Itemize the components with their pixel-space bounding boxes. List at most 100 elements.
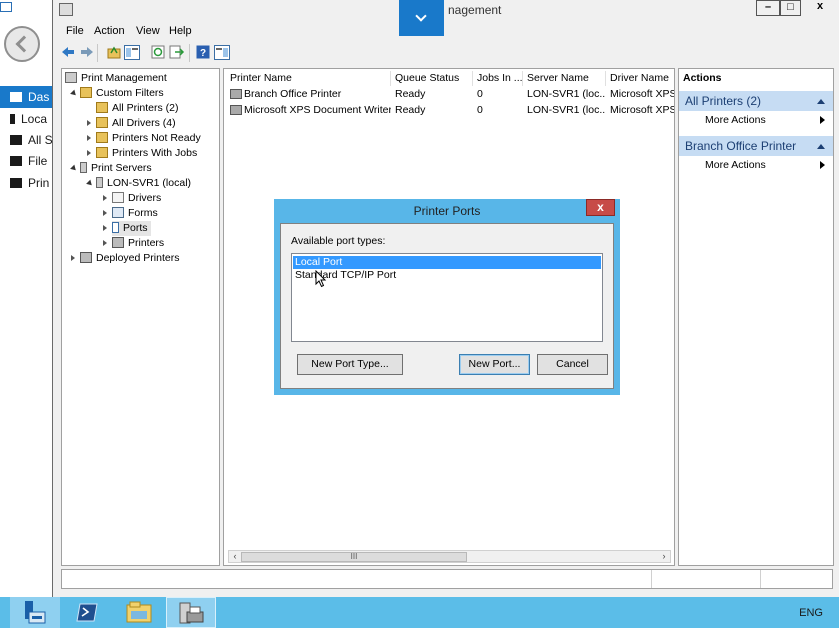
dialog-close-button[interactable]: x (586, 199, 615, 216)
filter-icon (96, 147, 108, 158)
scroll-left-icon[interactable]: ‹ (230, 552, 240, 562)
driver-icon (112, 192, 124, 203)
taskbar-powershell[interactable] (62, 597, 112, 628)
menu-action[interactable]: Action (94, 25, 125, 37)
table-row[interactable]: Branch Office Printer Ready 0 LON-SVR1 (… (226, 87, 674, 102)
menu-file[interactable]: File (66, 25, 84, 37)
navigation-tree: Print Management Custom Filters All Prin… (61, 68, 220, 566)
new-port-button[interactable]: New Port... (459, 354, 530, 375)
printer-ports-dialog: Printer Ports x Available port types: Lo… (274, 199, 620, 395)
tree-node-all-drivers[interactable]: All Drivers (4) (96, 116, 176, 131)
column-header-queue-status[interactable]: Queue Status (391, 71, 473, 86)
tree-node-print-servers[interactable]: Print Servers (80, 161, 152, 176)
language-indicator[interactable]: ENG (799, 607, 823, 619)
expand-arrow-icon[interactable] (70, 89, 78, 98)
scrollbar-thumb[interactable]: III (241, 552, 467, 562)
tree-label: Print Servers (91, 162, 152, 174)
printer-icon (80, 252, 92, 263)
more-actions-label: More Actions (705, 159, 766, 171)
tree-node-ports[interactable]: Ports (112, 221, 151, 236)
taskbar-print-management[interactable] (166, 597, 216, 628)
filter-icon (96, 132, 108, 143)
tree-label: LON-SVR1 (local) (107, 177, 192, 189)
server-manager-header (0, 0, 52, 72)
tree-node-drivers[interactable]: Drivers (112, 191, 161, 206)
table-row[interactable]: Microsoft XPS Document Writer Ready 0 LO… (226, 103, 674, 118)
properties-icon[interactable] (214, 45, 230, 60)
dialog-titlebar[interactable]: Printer Ports x (274, 199, 620, 223)
server-manager-app-icon (0, 2, 12, 12)
toolbar-separator (97, 44, 98, 62)
column-header-printer-name[interactable]: Printer Name (226, 71, 391, 86)
menu-view[interactable]: View (136, 25, 160, 37)
cell-printer-name: Microsoft XPS Document Writer (244, 104, 391, 116)
port-type-local-port[interactable]: Local Port (293, 256, 601, 269)
collapse-up-icon[interactable] (817, 144, 825, 149)
window-title: nagement (448, 3, 502, 17)
ribbon-expand-tab[interactable] (399, 0, 444, 36)
nav-dashboard[interactable]: Das (0, 86, 52, 108)
tree-node-printers-with-jobs[interactable]: Printers With Jobs (96, 146, 197, 161)
column-header-jobs[interactable]: Jobs In ... (473, 71, 523, 86)
collapse-arrow-icon[interactable] (87, 120, 91, 126)
collapse-arrow-icon[interactable] (71, 255, 75, 261)
tree-label: All Drivers (4) (112, 117, 176, 129)
dashboard-icon (10, 92, 22, 102)
tree-node-custom-filters[interactable]: Custom Filters (80, 86, 164, 101)
window-titlebar[interactable]: nagement – □ x (53, 0, 839, 22)
minimize-button[interactable]: – (756, 0, 780, 16)
tree-label: Printers Not Ready (112, 132, 201, 144)
forward-icon[interactable] (80, 46, 94, 58)
maximize-button[interactable]: □ (780, 0, 801, 16)
menu-help[interactable]: Help (169, 25, 192, 37)
more-actions-all-printers[interactable]: More Actions (679, 112, 833, 128)
back-arrow-icon[interactable] (4, 26, 40, 62)
nav-local-server[interactable]: Loca (0, 108, 52, 130)
collapse-arrow-icon[interactable] (103, 240, 107, 246)
tree-node-forms[interactable]: Forms (112, 206, 158, 221)
nav-file-services[interactable]: File (0, 150, 52, 172)
expand-arrow-icon[interactable] (86, 179, 94, 188)
column-header-driver-name[interactable]: Driver Name (606, 71, 674, 86)
actions-section-branch-office-printer[interactable]: Branch Office Printer (679, 136, 833, 156)
column-header-server-name[interactable]: Server Name (523, 71, 606, 86)
taskbar-server-manager[interactable] (10, 597, 60, 628)
tree-label: All Printers (2) (112, 102, 179, 114)
nav-all-servers[interactable]: All S (0, 129, 52, 151)
collapse-arrow-icon[interactable] (103, 210, 107, 216)
export-icon[interactable] (169, 45, 185, 59)
tree-node-print-management[interactable]: Print Management (65, 71, 167, 86)
horizontal-scrollbar[interactable]: ‹ III › (228, 550, 671, 563)
server-manager-background: Das Loca All S File Prin (0, 0, 52, 597)
scroll-right-icon[interactable]: › (659, 552, 669, 562)
collapse-arrow-icon[interactable] (103, 195, 107, 201)
section-header-label: Branch Office Printer (685, 139, 797, 153)
port-types-list[interactable]: Local Port Standard TCP/IP Port (291, 253, 603, 342)
cancel-button[interactable]: Cancel (537, 354, 608, 375)
nav-file-label: File (28, 154, 48, 168)
collapse-arrow-icon[interactable] (103, 225, 107, 231)
actions-section-all-printers[interactable]: All Printers (2) (679, 91, 833, 111)
collapse-up-icon[interactable] (817, 99, 825, 104)
refresh-icon[interactable] (151, 45, 165, 59)
collapse-arrow-icon[interactable] (87, 135, 91, 141)
more-actions-branch-office-printer[interactable]: More Actions (679, 157, 833, 173)
tree-label: Printers (128, 237, 165, 249)
nav-print-services[interactable]: Prin (0, 172, 52, 194)
back-icon[interactable] (61, 46, 75, 58)
tree-node-printers[interactable]: Printers (112, 236, 164, 251)
new-port-type-button[interactable]: New Port Type... (297, 354, 403, 375)
tree-node-deployed-printers[interactable]: Deployed Printers (80, 251, 179, 266)
expand-arrow-icon[interactable] (70, 164, 78, 173)
tree-node-all-printers[interactable]: All Printers (2) (96, 101, 179, 116)
tree-node-printers-not-ready[interactable]: Printers Not Ready (96, 131, 201, 146)
close-button[interactable]: x (805, 0, 835, 16)
tree-node-lon-svr1[interactable]: LON-SVR1 (local) (96, 176, 191, 191)
help-icon[interactable]: ? (196, 45, 210, 59)
port-type-standard-tcpip[interactable]: Standard TCP/IP Port (293, 269, 601, 282)
nav-all-label: All S (28, 133, 52, 147)
show-hide-tree-icon[interactable] (124, 45, 140, 60)
up-folder-icon[interactable] (107, 45, 121, 59)
collapse-arrow-icon[interactable] (87, 150, 91, 156)
taskbar-file-explorer[interactable] (114, 597, 164, 628)
